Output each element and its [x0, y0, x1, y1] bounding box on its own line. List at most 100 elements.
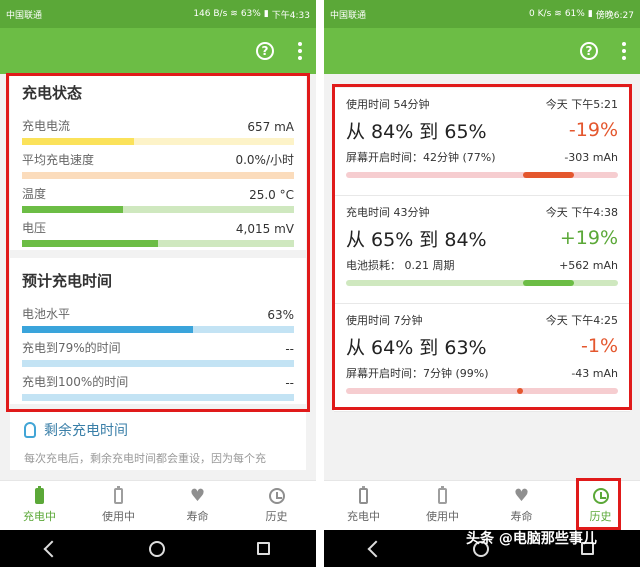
metric-label: 充电到100%的时间: [22, 375, 129, 389]
nav-label: 历史: [265, 510, 288, 523]
carrier-label: 中国联通: [6, 10, 43, 21]
nav-label: 寿命: [510, 510, 533, 523]
history-level-segment: [517, 388, 523, 394]
status-bar: 中国联通 146 B/s ≋ 63% ▮ 下午4:33: [0, 0, 316, 28]
help-icon[interactable]: ?: [580, 42, 598, 60]
history-range: 从 64% 到 63%: [346, 336, 487, 359]
history-delta: +19%: [559, 227, 618, 249]
lightbulb-icon: [24, 422, 36, 438]
more-options-icon[interactable]: [298, 42, 302, 60]
battery-icon: ▮: [587, 9, 593, 19]
history-level-bar: [346, 172, 618, 178]
nav-lifespan[interactable]: ♥ 寿命: [158, 481, 237, 530]
more-options-icon[interactable]: [622, 42, 626, 60]
metric-row: 电池水平 63%: [10, 302, 306, 336]
system-nav-bar: [0, 530, 316, 567]
status-bar: 中国联通 0 K/s ≋ 61% ▮ 傍晚6:27: [324, 0, 640, 28]
nav-history[interactable]: 历史: [561, 481, 640, 530]
home-icon[interactable]: [149, 540, 166, 557]
history-duration: 充电时间 43分钟: [346, 206, 430, 219]
metric-row: 充电电流 657 mA: [10, 114, 306, 148]
progress-fill: [22, 240, 158, 247]
app-bar: ?: [0, 28, 316, 74]
carrier-label: 中国联通: [330, 10, 367, 21]
recent-apps-icon[interactable]: [257, 542, 271, 555]
tip-title: 剩余充电时间: [44, 423, 128, 439]
nav-label: 寿命: [186, 510, 209, 523]
history-level-segment: [522, 172, 575, 178]
nav-label: 使用中: [426, 510, 459, 523]
history-mah: +562 mAh: [559, 258, 618, 272]
charge-status-card: 充电状态 充电电流 657 mA 平均充电速度 0.0%/小时 温度 25.0 °C 电压 4…: [10, 74, 306, 250]
help-icon[interactable]: ?: [256, 42, 274, 60]
history-delta: -19%: [568, 119, 618, 141]
history-content: 使用时间 54分钟 今天 下午5:21 从 84% 到 65% -19% 屏幕开启时间：…: [324, 74, 640, 480]
metric-label: 平均充电速度: [22, 153, 95, 167]
nav-charging[interactable]: 充电中: [0, 481, 79, 530]
nav-label: 充电中: [23, 510, 56, 523]
app-bar: ?: [324, 28, 640, 74]
history-card[interactable]: 充电时间 43分钟 今天 下午4:38 从 65% 到 84% +19% 电池损耗： 0…: [334, 196, 630, 304]
history-detail: 电池损耗： 0.21 周期: [346, 259, 455, 272]
metric-label: 电池水平: [22, 307, 71, 321]
history-level-bar: [346, 280, 618, 286]
history-time: 今天 下午4:25: [545, 314, 618, 327]
metric-row: 平均充电速度 0.0%/小时: [10, 148, 306, 182]
history-detail: 屏幕开启时间：7分钟 (99%): [346, 367, 489, 380]
progress-fill: [22, 326, 194, 333]
phone-left-charging-screen: 中国联通 146 B/s ≋ 63% ▮ 下午4:33 ? 充电状态 充电电流 6…: [0, 0, 316, 567]
nav-label: 使用中: [102, 510, 135, 523]
metric-label: 充电到79%的时间: [22, 341, 121, 355]
history-level-bar: [346, 388, 618, 394]
clock: 下午4:33: [271, 10, 310, 21]
wifi-icon: ≋: [554, 9, 562, 19]
history-card[interactable]: 使用时间 54分钟 今天 下午5:21 从 84% 到 65% -19% 屏幕开启时间：…: [334, 88, 630, 196]
metric-value: --: [285, 376, 294, 390]
back-icon[interactable]: [43, 540, 61, 557]
progress-bar: [22, 138, 294, 145]
history-mah: -43 mAh: [571, 366, 618, 380]
metric-label: 充电电流: [22, 119, 71, 133]
phone-right-history-screen: 中国联通 0 K/s ≋ 61% ▮ 傍晚6:27 ? 使用时间 54分钟今天 …: [324, 0, 640, 567]
history-time: 今天 下午4:38: [545, 206, 618, 219]
tip-text: 每次充电后，剩余充电时间都会重设，因为每个充: [24, 452, 266, 465]
bottom-nav: 充电中 使用中 ♥ 寿命 历史: [324, 480, 640, 530]
nav-label: 历史: [589, 510, 612, 523]
wifi-icon: ≋: [230, 9, 238, 19]
nav-lifespan[interactable]: ♥ 寿命: [482, 481, 561, 530]
battery-icon: [438, 486, 447, 504]
metric-label: 温度: [22, 187, 47, 201]
tip-card[interactable]: 剩余充电时间 每次充电后，剩余充电时间都会重设，因为每个充: [10, 410, 306, 470]
battery-charging-icon: [35, 486, 44, 504]
battery-icon: ▮: [263, 9, 269, 19]
nav-charging[interactable]: 充电中: [324, 481, 403, 530]
nav-in-use[interactable]: 使用中: [79, 481, 158, 530]
metric-value: 0.0%/小时: [235, 153, 294, 167]
bottom-nav: 充电中 使用中 ♥ 寿命 历史: [0, 480, 316, 530]
heart-icon: ♥: [513, 485, 530, 506]
progress-bar: [22, 240, 294, 247]
back-icon[interactable]: [367, 540, 385, 557]
progress-bar: [22, 172, 294, 179]
metric-value: 63%: [267, 308, 294, 322]
history-time: 今天 下午5:21: [545, 98, 618, 111]
history-delta: -1%: [581, 335, 618, 357]
metric-value: 4,015 mV: [235, 222, 294, 236]
progress-fill: [22, 138, 134, 145]
nav-in-use[interactable]: 使用中: [403, 481, 482, 530]
history-duration: 使用时间 54分钟: [346, 98, 430, 111]
history-detail: 屏幕开启时间：42分钟 (77%): [346, 151, 496, 164]
metric-value: --: [285, 342, 294, 356]
section-title-charge-status: 充电状态: [22, 84, 83, 102]
clock: 傍晚6:27: [595, 10, 634, 21]
battery-percent: 61%: [564, 9, 585, 19]
nav-history[interactable]: 历史: [237, 481, 316, 530]
metric-value: 25.0 °C: [249, 188, 294, 202]
network-speed: 0 K/s: [529, 9, 552, 19]
history-icon: [592, 488, 609, 504]
nav-label: 充电中: [347, 510, 380, 523]
charging-content: 充电状态 充电电流 657 mA 平均充电速度 0.0%/小时 温度 25.0 °C 电压 4…: [0, 74, 316, 480]
progress-fill: [22, 206, 123, 213]
estimated-time-card: 预计充电时间 电池水平 63% 充电到79%的时间 -- 充电到100%的时间 --: [10, 258, 306, 404]
history-card[interactable]: 使用时间 7分钟 今天 下午4:25 从 64% 到 63% -1% 屏幕开启时间：7分…: [334, 304, 630, 412]
